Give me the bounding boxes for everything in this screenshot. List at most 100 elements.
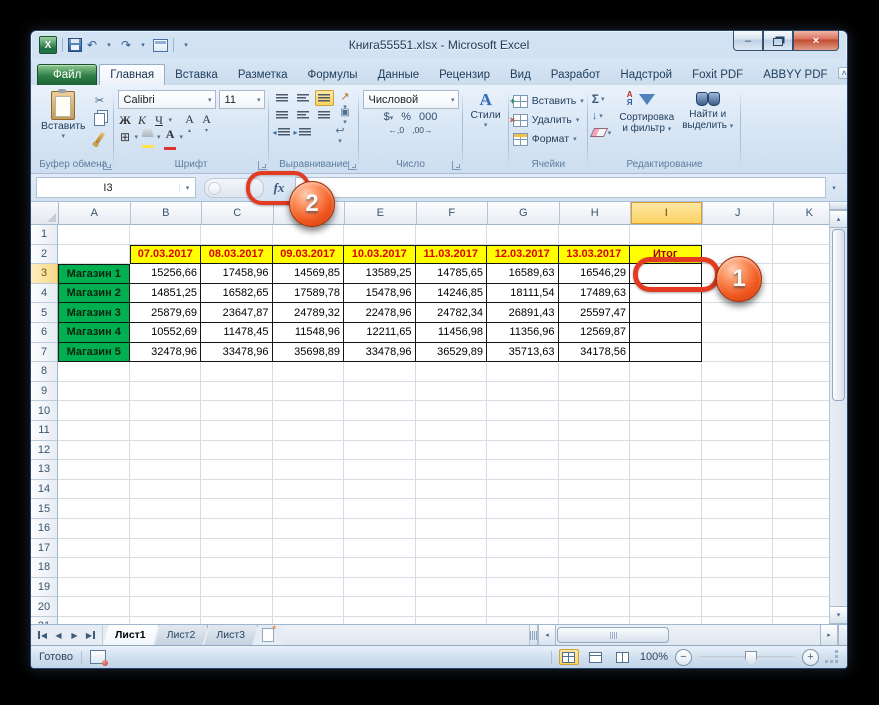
- ribbon-tab-Главная[interactable]: Главная: [99, 64, 166, 85]
- first-sheet-button[interactable]: ◀: [35, 628, 50, 642]
- vertical-scrollbar[interactable]: ▴ ▾: [829, 202, 847, 624]
- cell-H5[interactable]: 25597,47: [558, 303, 630, 323]
- zoom-level[interactable]: 100%: [640, 651, 668, 663]
- number-dialog-launcher[interactable]: [451, 161, 461, 170]
- ribbon-tab-Файл[interactable]: Файл: [37, 64, 98, 85]
- cell-F15[interactable]: [415, 499, 487, 519]
- cell-B16[interactable]: [129, 518, 201, 539]
- cell-B9[interactable]: [129, 381, 201, 402]
- cell-G9[interactable]: [487, 381, 559, 402]
- cell-E17[interactable]: [344, 538, 416, 559]
- cell-I9[interactable]: [630, 381, 702, 402]
- cell-D5[interactable]: 24789,32: [272, 303, 344, 323]
- cell-A19[interactable]: [58, 577, 130, 598]
- cell-G16[interactable]: [487, 518, 559, 539]
- excel-app-icon[interactable]: X: [39, 36, 57, 54]
- cell-I16[interactable]: [630, 518, 702, 539]
- cell-F14[interactable]: [415, 479, 487, 500]
- cell-I18[interactable]: [630, 558, 702, 578]
- cell-G14[interactable]: [487, 479, 559, 500]
- zoom-out-button[interactable]: −: [675, 648, 692, 666]
- cell-F6[interactable]: 11456,98: [415, 322, 487, 343]
- row-header-11[interactable]: 11: [31, 420, 58, 441]
- page-layout-view-button[interactable]: [586, 649, 606, 665]
- cell-C8[interactable]: [201, 362, 273, 382]
- cell-G6[interactable]: 11356,96: [487, 322, 559, 343]
- cell-D7[interactable]: 35698,89: [272, 342, 344, 363]
- cell-E19[interactable]: [344, 577, 416, 598]
- cell-I6[interactable]: [630, 322, 702, 343]
- cell-K16[interactable]: [773, 518, 829, 539]
- cell-E20[interactable]: [344, 597, 416, 617]
- cell-C6[interactable]: 11478,45: [201, 322, 273, 343]
- undo-dropdown[interactable]: ▾: [102, 37, 116, 53]
- cell-F8[interactable]: [415, 362, 487, 382]
- percent-format-button[interactable]: %: [401, 111, 411, 123]
- cell-K21[interactable]: [773, 616, 829, 624]
- cell-F1[interactable]: [415, 225, 487, 245]
- horizontal-scroll-thumb[interactable]: [557, 627, 669, 643]
- cell-A16[interactable]: [58, 518, 130, 539]
- cell-H21[interactable]: [558, 616, 630, 624]
- insert-cells-button[interactable]: + Вставить ▾: [510, 92, 584, 110]
- cell-H9[interactable]: [558, 381, 630, 402]
- name-box-dropdown[interactable]: ▾: [179, 183, 195, 192]
- print-preview-button[interactable]: [153, 37, 168, 53]
- format-painter-button[interactable]: [90, 130, 110, 146]
- cell-H4[interactable]: 17489,63: [558, 283, 630, 304]
- cell-J20[interactable]: [701, 597, 773, 617]
- fill-color-dropdown[interactable]: ▾: [157, 133, 161, 141]
- column-header-C[interactable]: C: [202, 202, 274, 225]
- cell-A18[interactable]: [58, 558, 130, 578]
- cell-C19[interactable]: [201, 577, 273, 598]
- cell-A17[interactable]: [58, 538, 130, 559]
- formula-input[interactable]: [295, 177, 826, 198]
- name-box[interactable]: I3 ▾: [36, 177, 196, 198]
- cell-B2[interactable]: 07.03.2017: [129, 244, 201, 265]
- cell-C12[interactable]: [201, 440, 273, 461]
- align-top-button[interactable]: [273, 90, 292, 106]
- cell-D2[interactable]: 09.03.2017: [272, 244, 344, 265]
- cell-K13[interactable]: [773, 460, 829, 480]
- cell-B4[interactable]: 14851,25: [129, 283, 201, 304]
- cell-F16[interactable]: [415, 518, 487, 539]
- cell-F17[interactable]: [415, 538, 487, 559]
- ribbon-tab-Формулы[interactable]: Формулы: [298, 65, 368, 85]
- align-left-button[interactable]: [273, 107, 292, 123]
- cell-F13[interactable]: [415, 460, 487, 480]
- cell-A13[interactable]: [58, 460, 130, 480]
- ribbon-tab-Вид[interactable]: Вид: [500, 65, 541, 85]
- cell-K19[interactable]: [773, 577, 829, 598]
- cell-C7[interactable]: 33478,96: [201, 342, 273, 363]
- cell-G20[interactable]: [487, 597, 559, 617]
- cell-I20[interactable]: [630, 597, 702, 617]
- cell-F9[interactable]: [415, 381, 487, 402]
- ribbon-tab-Надстрой[interactable]: Надстрой: [610, 65, 682, 85]
- fill-color-button[interactable]: [140, 129, 155, 148]
- cell-J7[interactable]: [701, 342, 773, 363]
- row-header-19[interactable]: 19: [31, 577, 58, 598]
- row-header-14[interactable]: 14: [31, 479, 58, 500]
- cell-G1[interactable]: [487, 225, 559, 245]
- minimize-button[interactable]: –: [733, 31, 763, 51]
- minimize-ribbon-icon[interactable]: ˄: [837, 66, 847, 79]
- cell-J9[interactable]: [701, 381, 773, 402]
- cell-A11[interactable]: [58, 420, 130, 441]
- merge-center-button[interactable]: ▣ ▾: [336, 107, 355, 126]
- cell-C21[interactable]: [201, 616, 273, 624]
- cell-C10[interactable]: [201, 401, 273, 421]
- cell-B18[interactable]: [129, 558, 201, 578]
- cell-F20[interactable]: [415, 597, 487, 617]
- cell-J13[interactable]: [701, 460, 773, 480]
- cell-A21[interactable]: [58, 616, 130, 624]
- cell-I19[interactable]: [630, 577, 702, 598]
- cell-H15[interactable]: [558, 499, 630, 519]
- row-header-8[interactable]: 8: [31, 362, 58, 382]
- cell-I13[interactable]: [630, 460, 702, 480]
- scroll-down-button[interactable]: ▾: [830, 606, 847, 624]
- align-right-button[interactable]: [315, 107, 334, 123]
- cell-E6[interactable]: 12211,65: [344, 322, 416, 343]
- cell-styles-button[interactable]: А Стили ▾: [467, 88, 505, 158]
- cell-A5[interactable]: Магазин 3: [58, 303, 130, 323]
- cell-A15[interactable]: [58, 499, 130, 519]
